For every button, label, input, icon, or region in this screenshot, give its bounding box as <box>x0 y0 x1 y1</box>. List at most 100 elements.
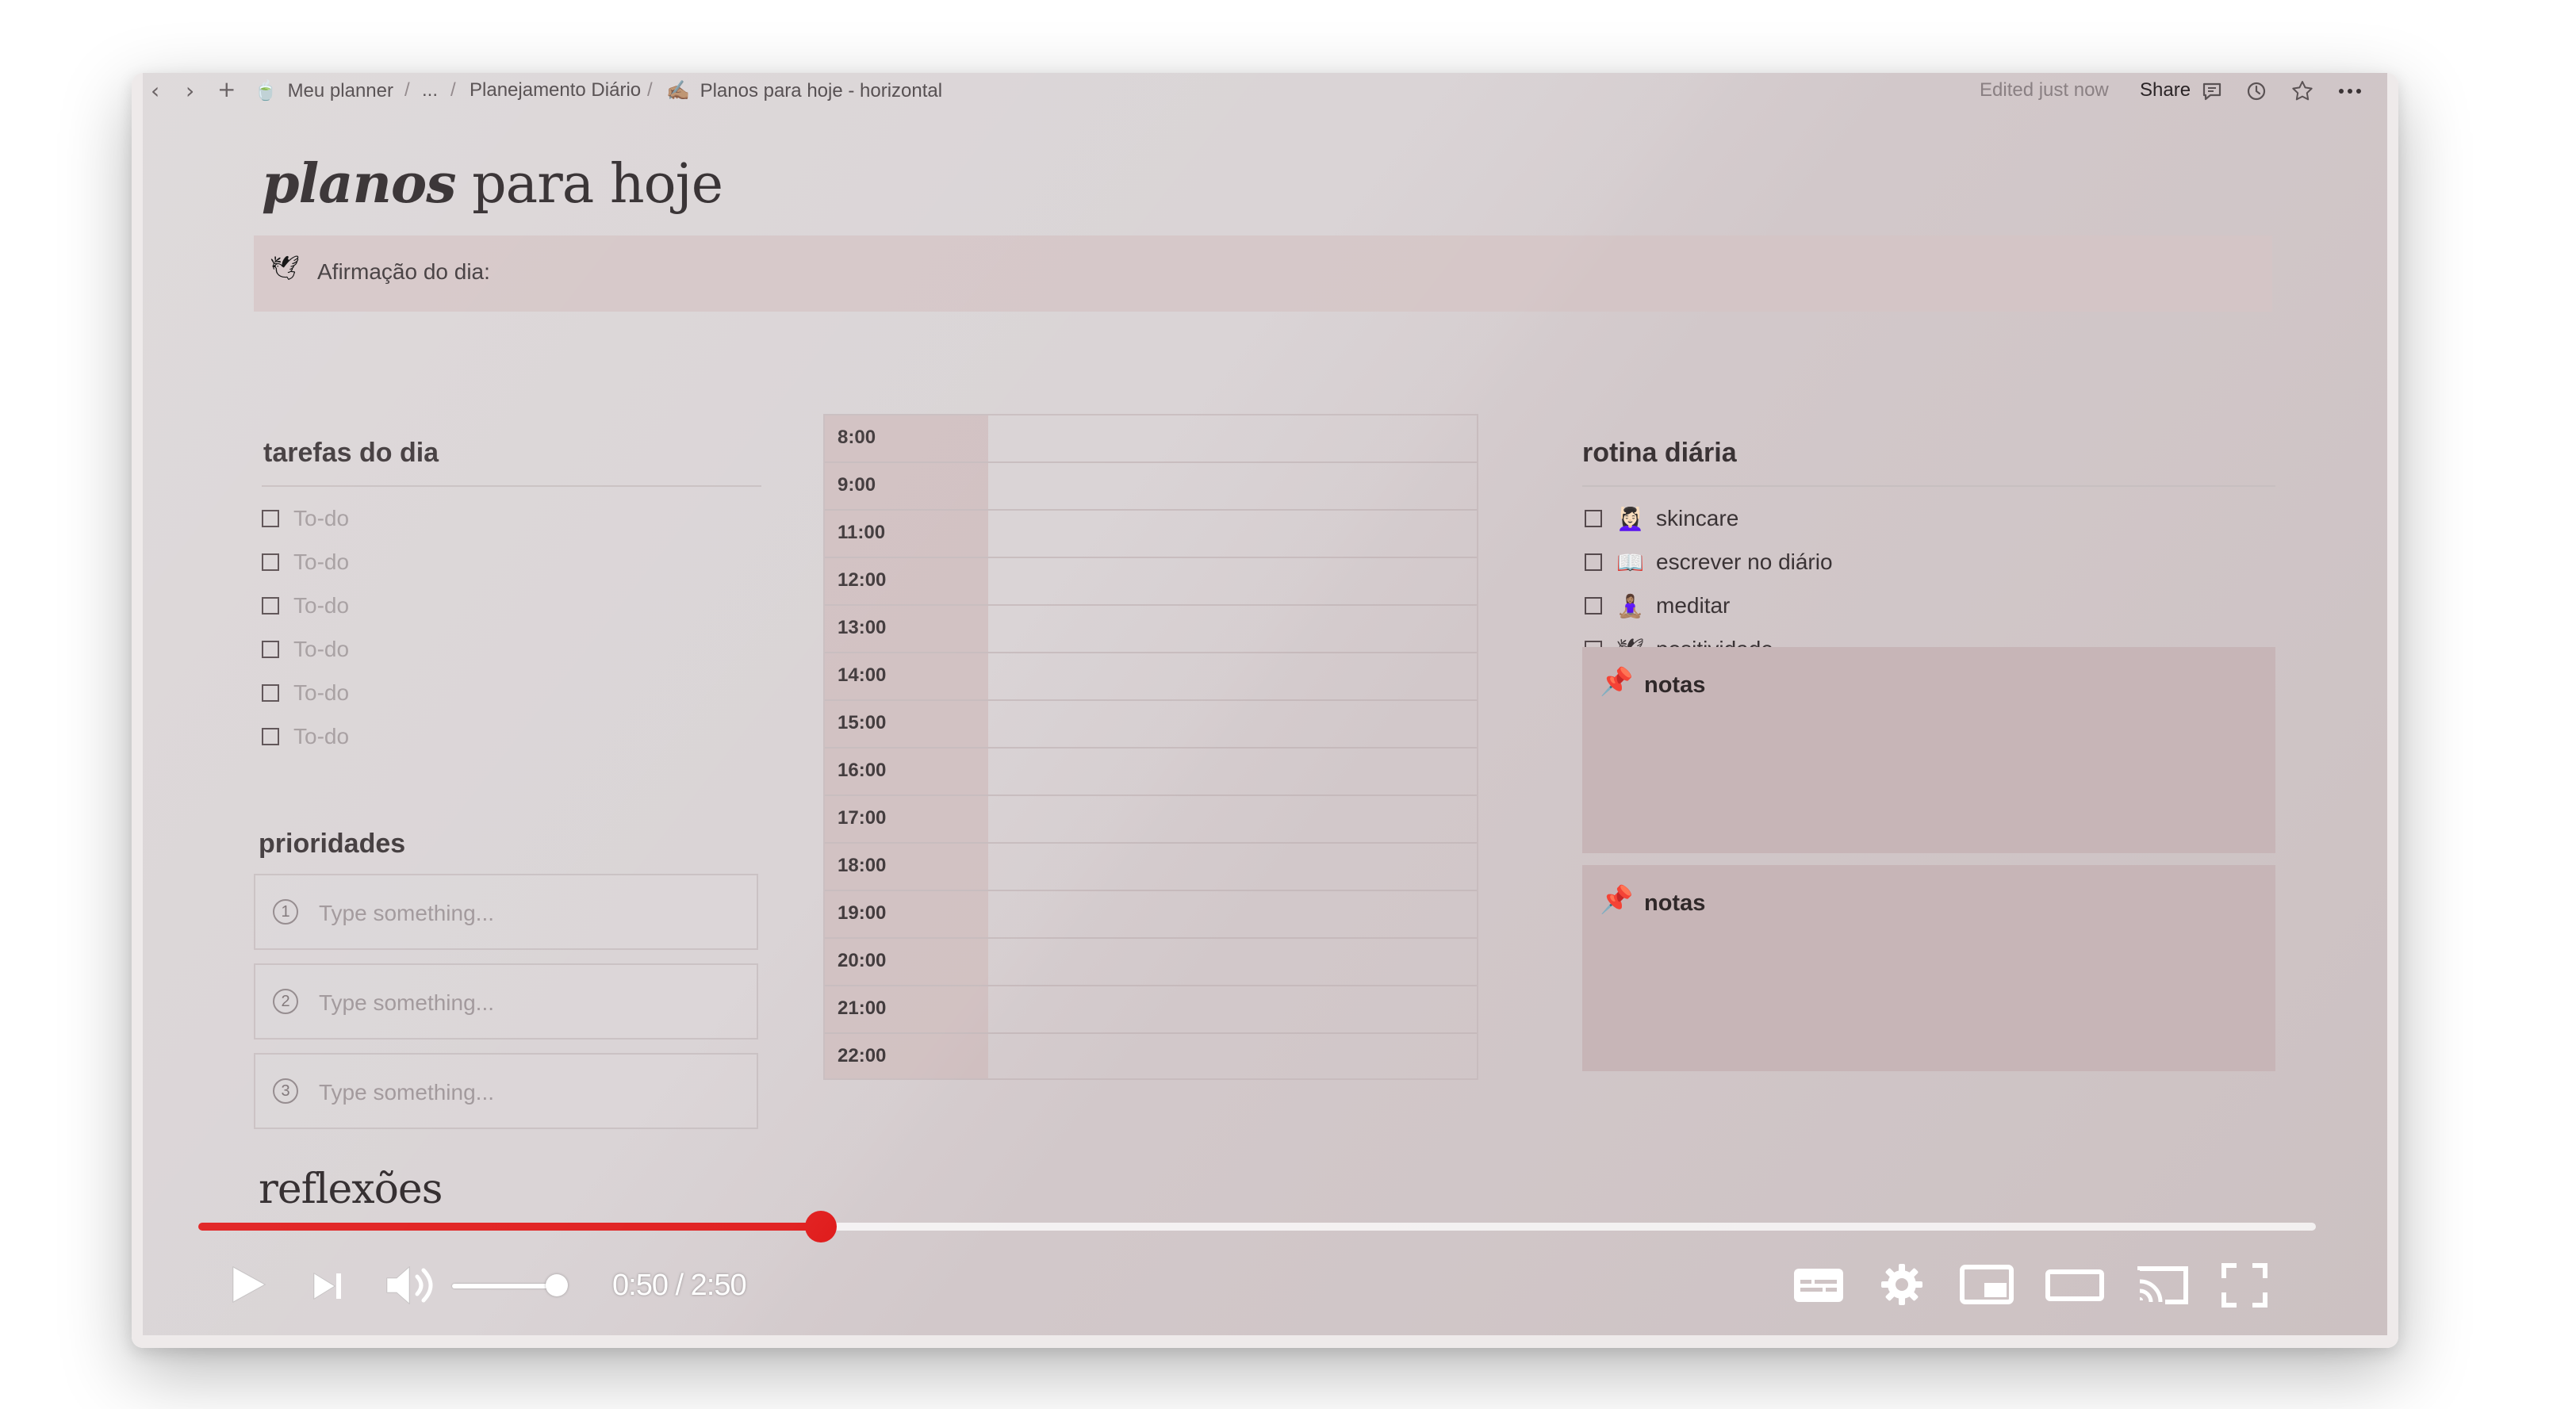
schedule-row[interactable]: 15:00 <box>825 701 1477 749</box>
routine-label[interactable]: skincare <box>1656 506 1738 531</box>
priority-field[interactable]: 2 Type something... <box>254 963 758 1040</box>
more-icon[interactable] <box>2336 79 2363 103</box>
pin-icon: 📌 <box>1600 667 1634 697</box>
time-label: 16:00 <box>838 760 887 781</box>
schedule-row[interactable]: 8:00 <box>825 415 1477 463</box>
history-icon[interactable] <box>2244 79 2268 103</box>
edited-status: Edited just now <box>1980 79 2109 101</box>
schedule-row[interactable]: 20:00 <box>825 939 1477 986</box>
tasks-divider <box>262 485 761 487</box>
routine-label[interactable]: escrever no diário <box>1656 549 1833 575</box>
todo-label[interactable]: To-do <box>293 680 349 706</box>
priority-placeholder[interactable]: Type something... <box>319 990 494 1016</box>
routine-heading: rotina diária <box>1582 438 1737 468</box>
miniplayer-icon[interactable] <box>1959 1262 2014 1307</box>
fullscreen-icon[interactable] <box>2221 1262 2268 1308</box>
notes-label: notas <box>1644 890 1706 916</box>
todo-label[interactable]: To-do <box>293 724 349 749</box>
tasks-heading: tarefas do dia <box>263 438 439 468</box>
breadcrumb-item-planner[interactable]: 🍵 Meu planner <box>254 79 393 102</box>
time-label: 19:00 <box>838 902 887 924</box>
time-label: 18:00 <box>838 855 887 876</box>
breadcrumb-item-planejamento[interactable]: Planejamento Diário <box>470 79 641 101</box>
todo-checkbox[interactable] <box>262 684 279 702</box>
schedule-row[interactable]: 21:00 <box>825 986 1477 1034</box>
star-icon[interactable] <box>2290 79 2314 103</box>
breadcrumb-item-current[interactable]: ✍🏽 Planos para hoje - horizontal <box>666 79 942 102</box>
priority-placeholder[interactable]: Type something... <box>319 901 494 926</box>
plus-icon[interactable]: + <box>217 76 236 102</box>
share-button[interactable]: Share <box>2140 79 2191 101</box>
routine-label[interactable]: meditar <box>1656 593 1730 618</box>
routine-checkbox[interactable] <box>1585 510 1602 527</box>
routine-checkbox[interactable] <box>1585 553 1602 571</box>
notes-callout[interactable]: 📌 notas <box>1582 647 2275 853</box>
cast-icon[interactable] <box>2135 1262 2191 1307</box>
meditation-icon: 🧘🏽‍♀️ <box>1616 594 1644 618</box>
todo-label[interactable]: To-do <box>293 593 349 618</box>
priorities-heading: prioridades <box>259 829 406 859</box>
theater-icon[interactable] <box>2045 1262 2105 1307</box>
todo-checkbox[interactable] <box>262 553 279 571</box>
progress-scrubber[interactable] <box>805 1211 837 1242</box>
todo-checkbox[interactable] <box>262 597 279 615</box>
priority-field[interactable]: 1 Type something... <box>254 874 758 950</box>
priority-field[interactable]: 3 Type something... <box>254 1053 758 1129</box>
time-label: 12:00 <box>838 569 887 591</box>
schedule-row[interactable]: 17:00 <box>825 796 1477 844</box>
time-label: 13:00 <box>838 617 887 638</box>
play-icon[interactable] <box>227 1262 270 1307</box>
time-label: 9:00 <box>838 474 876 496</box>
back-arrow-icon[interactable]: ‹ <box>151 78 159 104</box>
comment-icon[interactable] <box>2200 79 2224 103</box>
priority-placeholder[interactable]: Type something... <box>319 1080 494 1105</box>
volume-knob[interactable] <box>546 1274 568 1296</box>
subtitles-icon[interactable] <box>1791 1262 1846 1307</box>
todo-checkbox[interactable] <box>262 510 279 527</box>
title-rest-part: para hoje <box>455 153 723 216</box>
time-display: 0:50 / 2:50 <box>612 1269 747 1302</box>
top-bar: ‹ › + 🍵 Meu planner / ... / Planejamento… <box>143 73 2387 109</box>
skincare-icon: 💆🏻‍♀️ <box>1616 507 1644 531</box>
time-label: 20:00 <box>838 950 887 971</box>
schedule-row[interactable]: 12:00 <box>825 558 1477 606</box>
notes-callout[interactable]: 📌 notas <box>1582 865 2275 1071</box>
time-label: 17:00 <box>838 807 887 829</box>
breadcrumb-separator: / <box>450 79 456 101</box>
time-label: 11:00 <box>838 522 886 543</box>
next-icon[interactable] <box>311 1270 346 1302</box>
breadcrumb-separator: / <box>647 79 653 101</box>
priority-number-icon: 1 <box>273 899 298 925</box>
schedule-row[interactable]: 16:00 <box>825 749 1477 796</box>
video-frame: ‹ › + 🍵 Meu planner / ... / Planejamento… <box>132 73 2398 1348</box>
schedule-row[interactable]: 13:00 <box>825 606 1477 653</box>
schedule-row[interactable]: 11:00 <box>825 511 1477 558</box>
breadcrumb-label: Meu planner <box>287 80 393 101</box>
schedule-row[interactable]: 18:00 <box>825 844 1477 891</box>
pin-icon: 📌 <box>1600 885 1634 915</box>
breadcrumb-label: Planos para hoje - horizontal <box>700 80 943 101</box>
forward-arrow-icon[interactable]: › <box>186 78 194 104</box>
todo-checkbox[interactable] <box>262 641 279 658</box>
planner-page-icon: 🍵 <box>254 80 278 101</box>
current-page-icon: ✍🏽 <box>666 80 690 101</box>
routine-checkbox[interactable] <box>1585 597 1602 615</box>
schedule-row[interactable]: 9:00 <box>825 463 1477 511</box>
breadcrumb-item-ellipsis[interactable]: ... <box>422 79 438 101</box>
volume-icon[interactable] <box>384 1264 439 1307</box>
settings-icon[interactable] <box>1880 1262 1924 1307</box>
routine-divider <box>1582 485 2275 487</box>
schedule-row[interactable]: 22:00 <box>825 1034 1477 1082</box>
todo-label[interactable]: To-do <box>293 506 349 531</box>
progress-played <box>198 1223 821 1231</box>
todo-checkbox[interactable] <box>262 728 279 745</box>
schedule-row[interactable]: 19:00 <box>825 891 1477 939</box>
affirmation-label: Afirmação do dia: <box>317 259 490 284</box>
schedule-row[interactable]: 14:00 <box>825 653 1477 701</box>
todo-label[interactable]: To-do <box>293 637 349 662</box>
priority-number-icon: 2 <box>273 989 298 1014</box>
notes-label: notas <box>1644 672 1706 698</box>
affirmation-callout[interactable]: 🕊 Afirmação do dia: <box>254 235 2272 312</box>
title-bold-part: planos <box>262 152 457 216</box>
todo-label[interactable]: To-do <box>293 549 349 575</box>
